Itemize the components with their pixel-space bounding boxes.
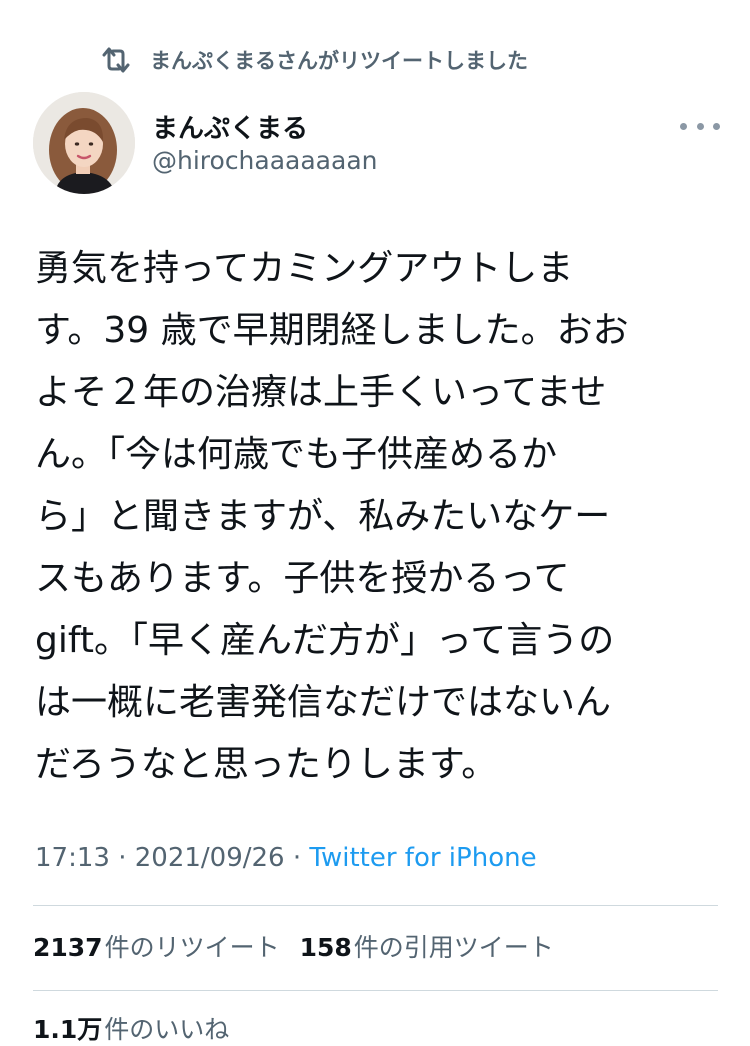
retweets-label: 件のリツイート (104, 933, 280, 962)
tweet-meta: 17:13 · 2021/09/26 · Twitter for iPhone (35, 843, 537, 873)
avatar[interactable] (33, 92, 135, 194)
tweet-line: よそ２年の治療は上手くいってませ (35, 372, 607, 413)
tweet-stats: 2137 件のリツイート 158 件の引用ツイート (33, 928, 574, 964)
retweets-stat[interactable]: 2137 件のリツイート (33, 928, 280, 964)
meta-separator: · (292, 843, 302, 873)
tweet-line: 勇気を持ってカミングアウトしま (35, 248, 574, 289)
profile-photo-icon (33, 92, 135, 194)
author-handle[interactable]: @hirochaaaaaaan (152, 146, 378, 175)
tweet-line: スもあります。子供を授かるって (35, 558, 570, 599)
more-options-icon[interactable] (680, 112, 720, 140)
retweet-indicator[interactable]: まんぷくまるさんがリツイートしました (100, 44, 528, 76)
tweet-text: 勇気を持ってカミングアウトしま す。39 歳で早期閉経しました。おお よそ２年の… (35, 238, 725, 796)
retweets-count: 2137 (33, 933, 103, 962)
tweet-date[interactable]: 2021/09/26 (135, 843, 285, 873)
tweet-line: ん。「今は何歳でも子供産めるか (35, 434, 558, 475)
tweet-line: す。39 歳で早期閉経しました。おお (35, 310, 629, 351)
retweet-indicator-text: まんぷくまるさんがリツイートしました (150, 49, 528, 73)
tweet-line: は一概に老害発信なだけではないん (35, 682, 612, 723)
retweet-icon (102, 47, 130, 73)
likes-stat[interactable]: 1.1万 件のいいね (33, 1010, 229, 1046)
likes-count: 1.1万 (33, 1015, 103, 1044)
tweet-line: gift。「早く産んだ方が」って言うの (35, 620, 615, 661)
divider (33, 905, 718, 906)
quotes-count: 158 (299, 933, 352, 962)
tweet-line: ら」と聞きますが、私みたいなケー (35, 496, 611, 537)
more-dot (696, 122, 704, 130)
meta-separator: · (118, 843, 127, 873)
divider (33, 990, 718, 991)
quotes-stat[interactable]: 158 件の引用ツイート (300, 928, 554, 964)
tweet-source-link[interactable]: Twitter for iPhone (309, 843, 536, 873)
author-name[interactable]: まんぷくまる (152, 108, 308, 145)
likes-label: 件のいいね (104, 1015, 230, 1044)
more-dot (680, 122, 687, 130)
quotes-label: 件の引用ツイート (353, 933, 554, 962)
more-dot (713, 122, 720, 130)
tweet-time[interactable]: 17:13 (35, 843, 110, 873)
tweet-line: だろうなと思ったりします。 (35, 744, 498, 785)
